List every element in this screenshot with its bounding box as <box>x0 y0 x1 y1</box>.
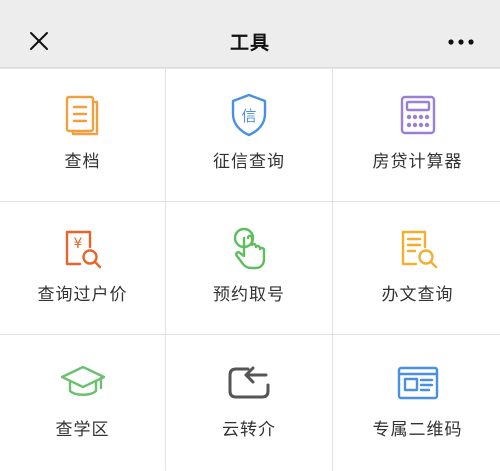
tool-tile-mortgage-calculator[interactable]: 房贷计算器 <box>333 69 500 201</box>
tool-label: 办文查询 <box>381 285 454 305</box>
id-card-icon <box>394 359 442 407</box>
top-bar: 工具 <box>0 0 500 68</box>
tap-hand-icon <box>225 224 273 272</box>
tool-tile-exclusive-qrcode[interactable]: 专属二维码 <box>333 335 500 471</box>
graduation-cap-icon <box>59 359 107 407</box>
tool-label: 房贷计算器 <box>372 152 463 172</box>
tool-tile-archive[interactable]: 查档 <box>0 69 165 201</box>
price-search-icon: ¥ <box>59 224 107 272</box>
tool-tile-school-district[interactable]: 查学区 <box>0 335 165 471</box>
svg-text:信: 信 <box>241 107 256 125</box>
tools-grid: 查档 信 征信查询 房贷计算器 ¥ 查询过户价 预约取号 办文查询 查学区 云转… <box>0 69 500 471</box>
tool-label: 云转介 <box>222 420 276 440</box>
more-button[interactable] <box>444 28 478 56</box>
tool-tile-credit-check[interactable]: 信 征信查询 <box>166 69 332 201</box>
calculator-icon <box>394 91 442 139</box>
document-search-icon <box>394 224 442 272</box>
tool-label: 查询过户价 <box>37 285 128 305</box>
svg-text:¥: ¥ <box>73 236 82 252</box>
tool-tile-book-number[interactable]: 预约取号 <box>166 202 332 334</box>
referral-arrow-icon <box>225 359 273 407</box>
tool-label: 预约取号 <box>213 285 285 305</box>
tool-tile-cloud-referral[interactable]: 云转介 <box>166 335 332 471</box>
shield-credit-icon: 信 <box>225 91 273 139</box>
tool-label: 查档 <box>64 152 101 172</box>
tool-tile-document-inquiry[interactable]: 办文查询 <box>333 202 500 334</box>
page-title: 工具 <box>229 32 270 54</box>
tool-label: 征信查询 <box>213 152 285 172</box>
document-icon <box>59 91 107 139</box>
tool-label: 专属二维码 <box>372 420 463 440</box>
tool-tile-transfer-price[interactable]: ¥ 查询过户价 <box>0 202 165 334</box>
tool-label: 查学区 <box>55 420 110 440</box>
more-icon <box>448 39 474 45</box>
